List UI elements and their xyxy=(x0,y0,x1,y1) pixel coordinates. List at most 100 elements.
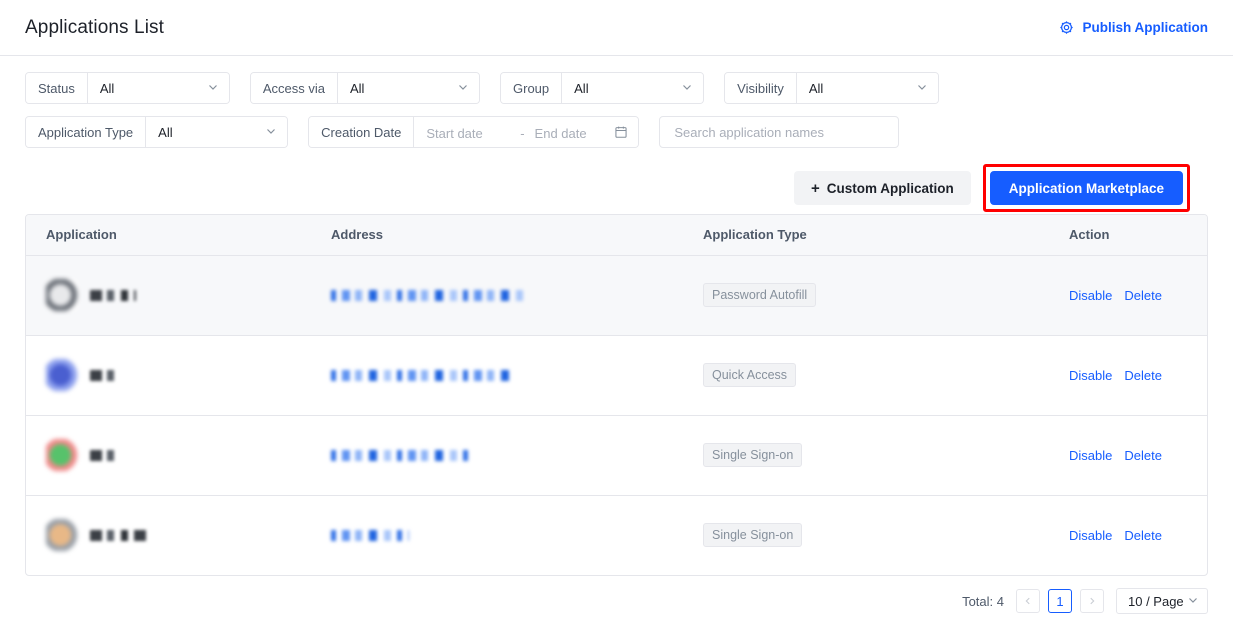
calendar-icon xyxy=(614,125,628,142)
filter-status-select[interactable]: All xyxy=(87,73,229,103)
application-type-badge: Single Sign-on xyxy=(703,442,803,468)
page-size-label: 10 / Page xyxy=(1128,593,1184,609)
filter-access-via-value: All xyxy=(350,80,365,96)
applications-table: Application Address Application Type Act… xyxy=(25,214,1208,576)
filter-group-label: Group xyxy=(501,73,563,103)
table-header-row: Application Address Application Type Act… xyxy=(26,215,1207,256)
application-icon xyxy=(46,359,78,391)
search-input[interactable] xyxy=(672,123,887,141)
filter-status-label: Status xyxy=(26,73,88,103)
filter-access-via-select[interactable]: All xyxy=(338,73,479,103)
chevron-down-icon xyxy=(207,81,219,96)
disable-link[interactable]: Disable xyxy=(1069,288,1112,303)
cell-application xyxy=(26,415,331,495)
disable-link[interactable]: Disable xyxy=(1069,368,1112,383)
filter-group[interactable]: Group All xyxy=(500,72,705,104)
filter-application-type-select[interactable]: All xyxy=(146,117,288,147)
filter-application-type[interactable]: Application Type All xyxy=(25,116,289,148)
cell-application-type: Single Sign-on xyxy=(703,495,1069,575)
filter-visibility-select[interactable]: All xyxy=(796,73,938,103)
search-application-names[interactable] xyxy=(659,116,900,148)
page-title: Applications List xyxy=(25,16,164,38)
filter-creation-date-label: Creation Date xyxy=(309,117,415,147)
filter-visibility-value: All xyxy=(808,80,824,96)
cell-application xyxy=(26,255,331,335)
filter-status-value: All xyxy=(99,80,115,96)
application-type-badge: Single Sign-on xyxy=(703,523,803,548)
start-date-input[interactable]: Start date xyxy=(426,126,510,141)
cell-address xyxy=(331,495,703,575)
cell-application-type: Password Autofill xyxy=(703,255,1069,335)
end-date-input[interactable]: End date xyxy=(535,126,611,141)
pagination-next-button[interactable] xyxy=(1080,589,1104,613)
delete-link[interactable]: Delete xyxy=(1124,528,1162,543)
application-name xyxy=(90,449,118,461)
disable-link[interactable]: Disable xyxy=(1069,448,1112,463)
filter-creation-date[interactable]: Creation Date Start date - End date xyxy=(308,116,640,148)
page-header: Applications List Publish Application xyxy=(0,0,1233,56)
cell-address xyxy=(331,415,703,495)
toolbar: + Custom Application Application Marketp… xyxy=(0,160,1233,212)
filter-visibility[interactable]: Visibility All xyxy=(724,72,939,104)
application-address xyxy=(331,289,523,301)
filter-group-value: All xyxy=(574,80,589,96)
cell-application-type: Single Sign-on xyxy=(703,415,1069,495)
application-name xyxy=(90,369,118,381)
page-size-select[interactable]: 10 / Page xyxy=(1116,588,1208,614)
filter-application-type-label: Application Type xyxy=(26,117,147,147)
application-type-badge: Password Autofill xyxy=(703,282,817,308)
delete-link[interactable]: Delete xyxy=(1124,448,1162,463)
chevron-down-icon xyxy=(916,81,928,96)
filter-application-type-value: All xyxy=(158,124,173,140)
header-actions: Publish Application xyxy=(1059,20,1208,35)
cell-application-type: Quick Access xyxy=(703,335,1069,415)
column-header-address: Address xyxy=(331,215,703,256)
publish-application-label: Publish Application xyxy=(1082,20,1208,35)
application-marketplace-label: Application Marketplace xyxy=(1008,180,1164,196)
application-address xyxy=(331,369,515,381)
filter-visibility-label: Visibility xyxy=(725,73,797,103)
application-address xyxy=(331,449,471,461)
cell-address xyxy=(331,255,703,335)
cell-action: Disable Delete xyxy=(1069,255,1207,335)
application-name xyxy=(90,289,136,301)
column-header-application-type: Application Type xyxy=(703,215,1069,256)
filter-access-via[interactable]: Access via All xyxy=(249,72,480,104)
table-row: Password Autofill Disable Delete xyxy=(26,255,1207,335)
disable-link[interactable]: Disable xyxy=(1069,528,1112,543)
table-row: Quick Access Disable Delete xyxy=(26,335,1207,415)
highlight-annotation-box: Application Marketplace xyxy=(982,164,1190,212)
chevron-down-icon xyxy=(681,81,693,96)
custom-application-label: Custom Application xyxy=(826,180,954,196)
column-header-action: Action xyxy=(1069,215,1207,256)
cell-action: Disable Delete xyxy=(1069,495,1207,575)
application-icon xyxy=(46,439,78,471)
chevron-left-icon xyxy=(1023,594,1033,609)
plus-icon: + xyxy=(810,179,820,197)
publish-application-link[interactable]: Publish Application xyxy=(1059,20,1208,35)
custom-application-button[interactable]: + Custom Application xyxy=(793,171,971,205)
cell-action: Disable Delete xyxy=(1069,415,1207,495)
filter-row-1: Status All Access via All Group All Visi… xyxy=(25,72,1208,104)
delete-link[interactable]: Delete xyxy=(1124,368,1162,383)
application-icon xyxy=(46,519,78,552)
chevron-right-icon xyxy=(1087,594,1097,609)
pagination-total: Total: 4 xyxy=(962,593,1004,609)
chevron-down-icon xyxy=(265,125,277,140)
filter-access-via-label: Access via xyxy=(250,73,338,103)
filter-group-select[interactable]: All xyxy=(562,73,704,103)
cell-action: Disable Delete xyxy=(1069,335,1207,415)
date-range-picker[interactable]: Start date - End date xyxy=(414,117,639,147)
application-address xyxy=(331,529,409,541)
pagination: Total: 4 1 10 / Page xyxy=(0,576,1233,614)
pagination-prev-button[interactable] xyxy=(1016,589,1040,613)
application-type-badge: Quick Access xyxy=(703,362,797,388)
pagination-page-1[interactable]: 1 xyxy=(1048,589,1072,613)
filter-status[interactable]: Status All xyxy=(25,72,230,104)
delete-link[interactable]: Delete xyxy=(1124,288,1162,303)
cell-application xyxy=(26,495,331,575)
chevron-down-icon xyxy=(1187,594,1199,609)
application-marketplace-button[interactable]: Application Marketplace xyxy=(989,171,1183,205)
date-range-separator: - xyxy=(520,125,525,141)
filter-row-2: Application Type All Creation Date Start… xyxy=(25,116,1208,148)
